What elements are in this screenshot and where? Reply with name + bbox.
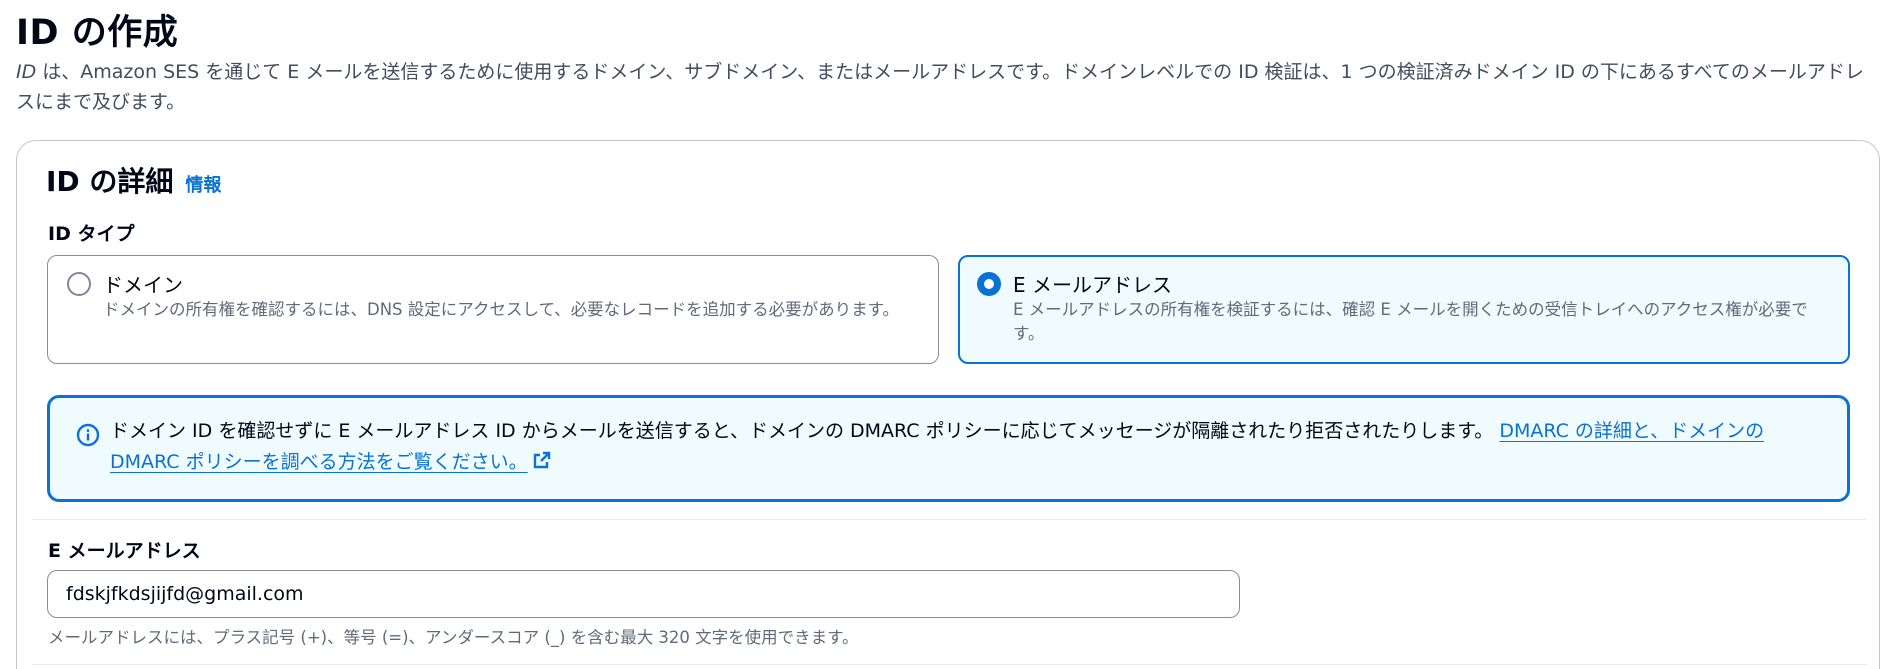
page-title: ID の作成	[16, 13, 179, 53]
domain-radio-button[interactable]	[67, 272, 91, 296]
section-divider	[32, 519, 1866, 520]
dmarc-alert-text: ドメイン ID を確認せずに E メールアドレス ID からメールを送信すると、…	[110, 416, 1810, 478]
email-option-description: E メールアドレスの所有権を検証するには、確認 E メールを開くための受信トレイ…	[1013, 300, 1808, 343]
info-circle-icon	[76, 423, 100, 447]
email-option-label: E メールアドレス	[1013, 273, 1172, 297]
email-address-hint: メールアドレスには、プラス記号 (+)、等号 (=)、アンダースコア (_) を…	[48, 628, 859, 647]
bottom-divider	[32, 664, 1866, 665]
email-radio-button[interactable]	[977, 272, 1001, 296]
page-description-id: ID	[16, 61, 37, 83]
identity-type-label: ID タイプ	[48, 223, 135, 245]
identity-type-domain-option[interactable]: ドメイン ドメインの所有権を確認するには、DNS 設定にアクセスして、必要なレコ…	[47, 255, 939, 364]
identity-type-email-option[interactable]: E メールアドレス E メールアドレスの所有権を検証するには、確認 E メールを…	[958, 255, 1850, 364]
identity-details-header: ID の詳細 情報	[46, 160, 221, 200]
dmarc-alert-message: ドメイン ID を確認せずに E メールアドレス ID からメールを送信すると、…	[110, 420, 1500, 442]
external-link-icon[interactable]	[532, 450, 552, 470]
identity-details-title: ID の詳細	[46, 165, 174, 198]
page-description: ID は、Amazon SES を通じて E メールを送信するために使用するドメ…	[16, 57, 1876, 117]
page-description-text: は、Amazon SES を通じて E メールを送信するために使用するドメイン、…	[16, 61, 1864, 113]
email-address-label: E メールアドレス	[48, 540, 201, 562]
create-identity-page: ID の作成 ID は、Amazon SES を通じて E メールを送信するため…	[0, 0, 1894, 669]
dmarc-info-alert: ドメイン ID を確認せずに E メールアドレス ID からメールを送信すると、…	[47, 395, 1850, 502]
email-address-input[interactable]	[47, 570, 1240, 618]
domain-option-description: ドメインの所有権を確認するには、DNS 設定にアクセスして、必要なレコードを追加…	[103, 300, 899, 319]
info-link[interactable]: 情報	[185, 171, 221, 197]
domain-option-label: ドメイン	[103, 273, 183, 297]
